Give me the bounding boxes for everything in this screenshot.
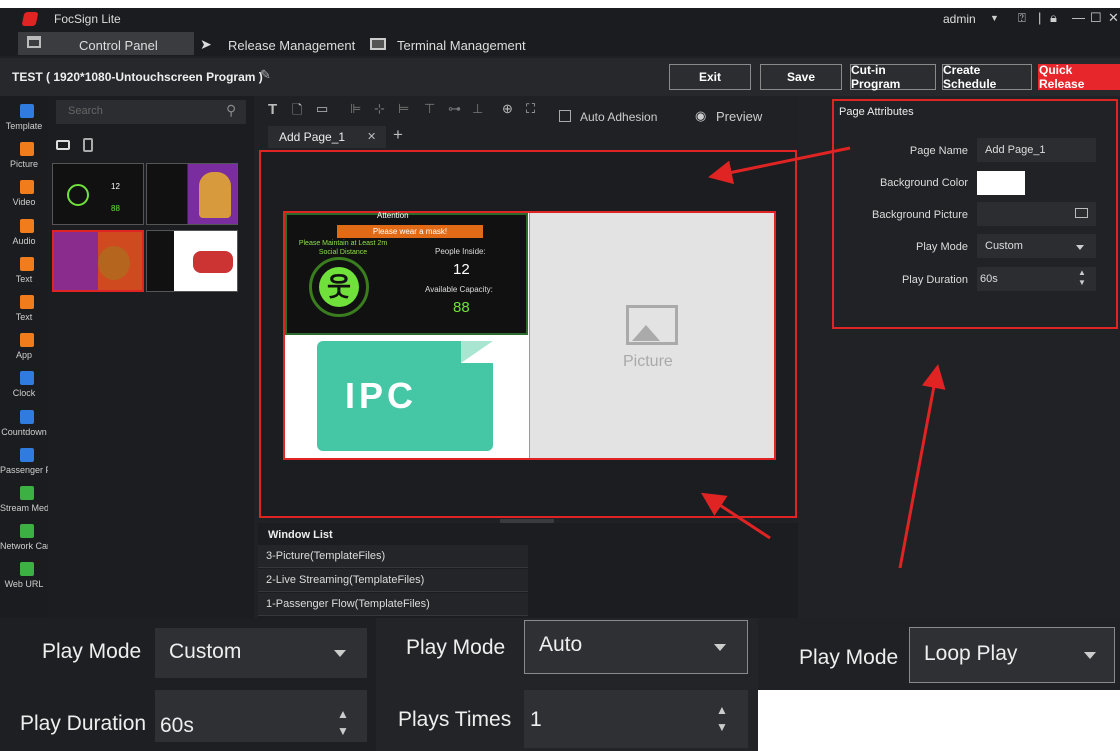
chevron-down-icon [334,650,346,657]
example-a-duration-label: Play Duration [20,712,147,735]
play-mode-examples: Play Mode Custom Play Duration 60s ▲ ▼ Pl… [0,618,1120,751]
app-window: FocSign Lite admin ▼ ⍰ | 🔒︎ — ☐ ✕ Contro… [0,8,1120,618]
arrow-to-page [700,492,771,540]
arrow-to-attributes [898,364,946,569]
chevron-down-icon [1084,652,1096,659]
example-b-times-label: Plays Times [398,708,512,731]
arrow-to-canvas [708,146,851,185]
stepper-icon[interactable]: ▲ ▼ [337,706,349,740]
example-auto: Play Mode Auto Plays Times 1 ▲ ▼ [376,618,758,751]
example-c-mode-label: Play Mode [799,646,899,669]
example-custom: Play Mode Custom Play Duration 60s ▲ ▼ [0,618,376,751]
example-loop: Play Mode Loop Play [758,618,1120,690]
example-a-duration-field[interactable]: 60s [155,690,367,742]
chevron-down-icon [714,644,726,651]
example-b-times-field[interactable]: 1 [524,690,748,748]
example-a-mode-label: Play Mode [42,640,142,663]
stepper-icon[interactable]: ▲ ▼ [716,702,728,736]
example-b-mode-label: Play Mode [406,636,506,659]
annotation-arrows [700,146,946,569]
